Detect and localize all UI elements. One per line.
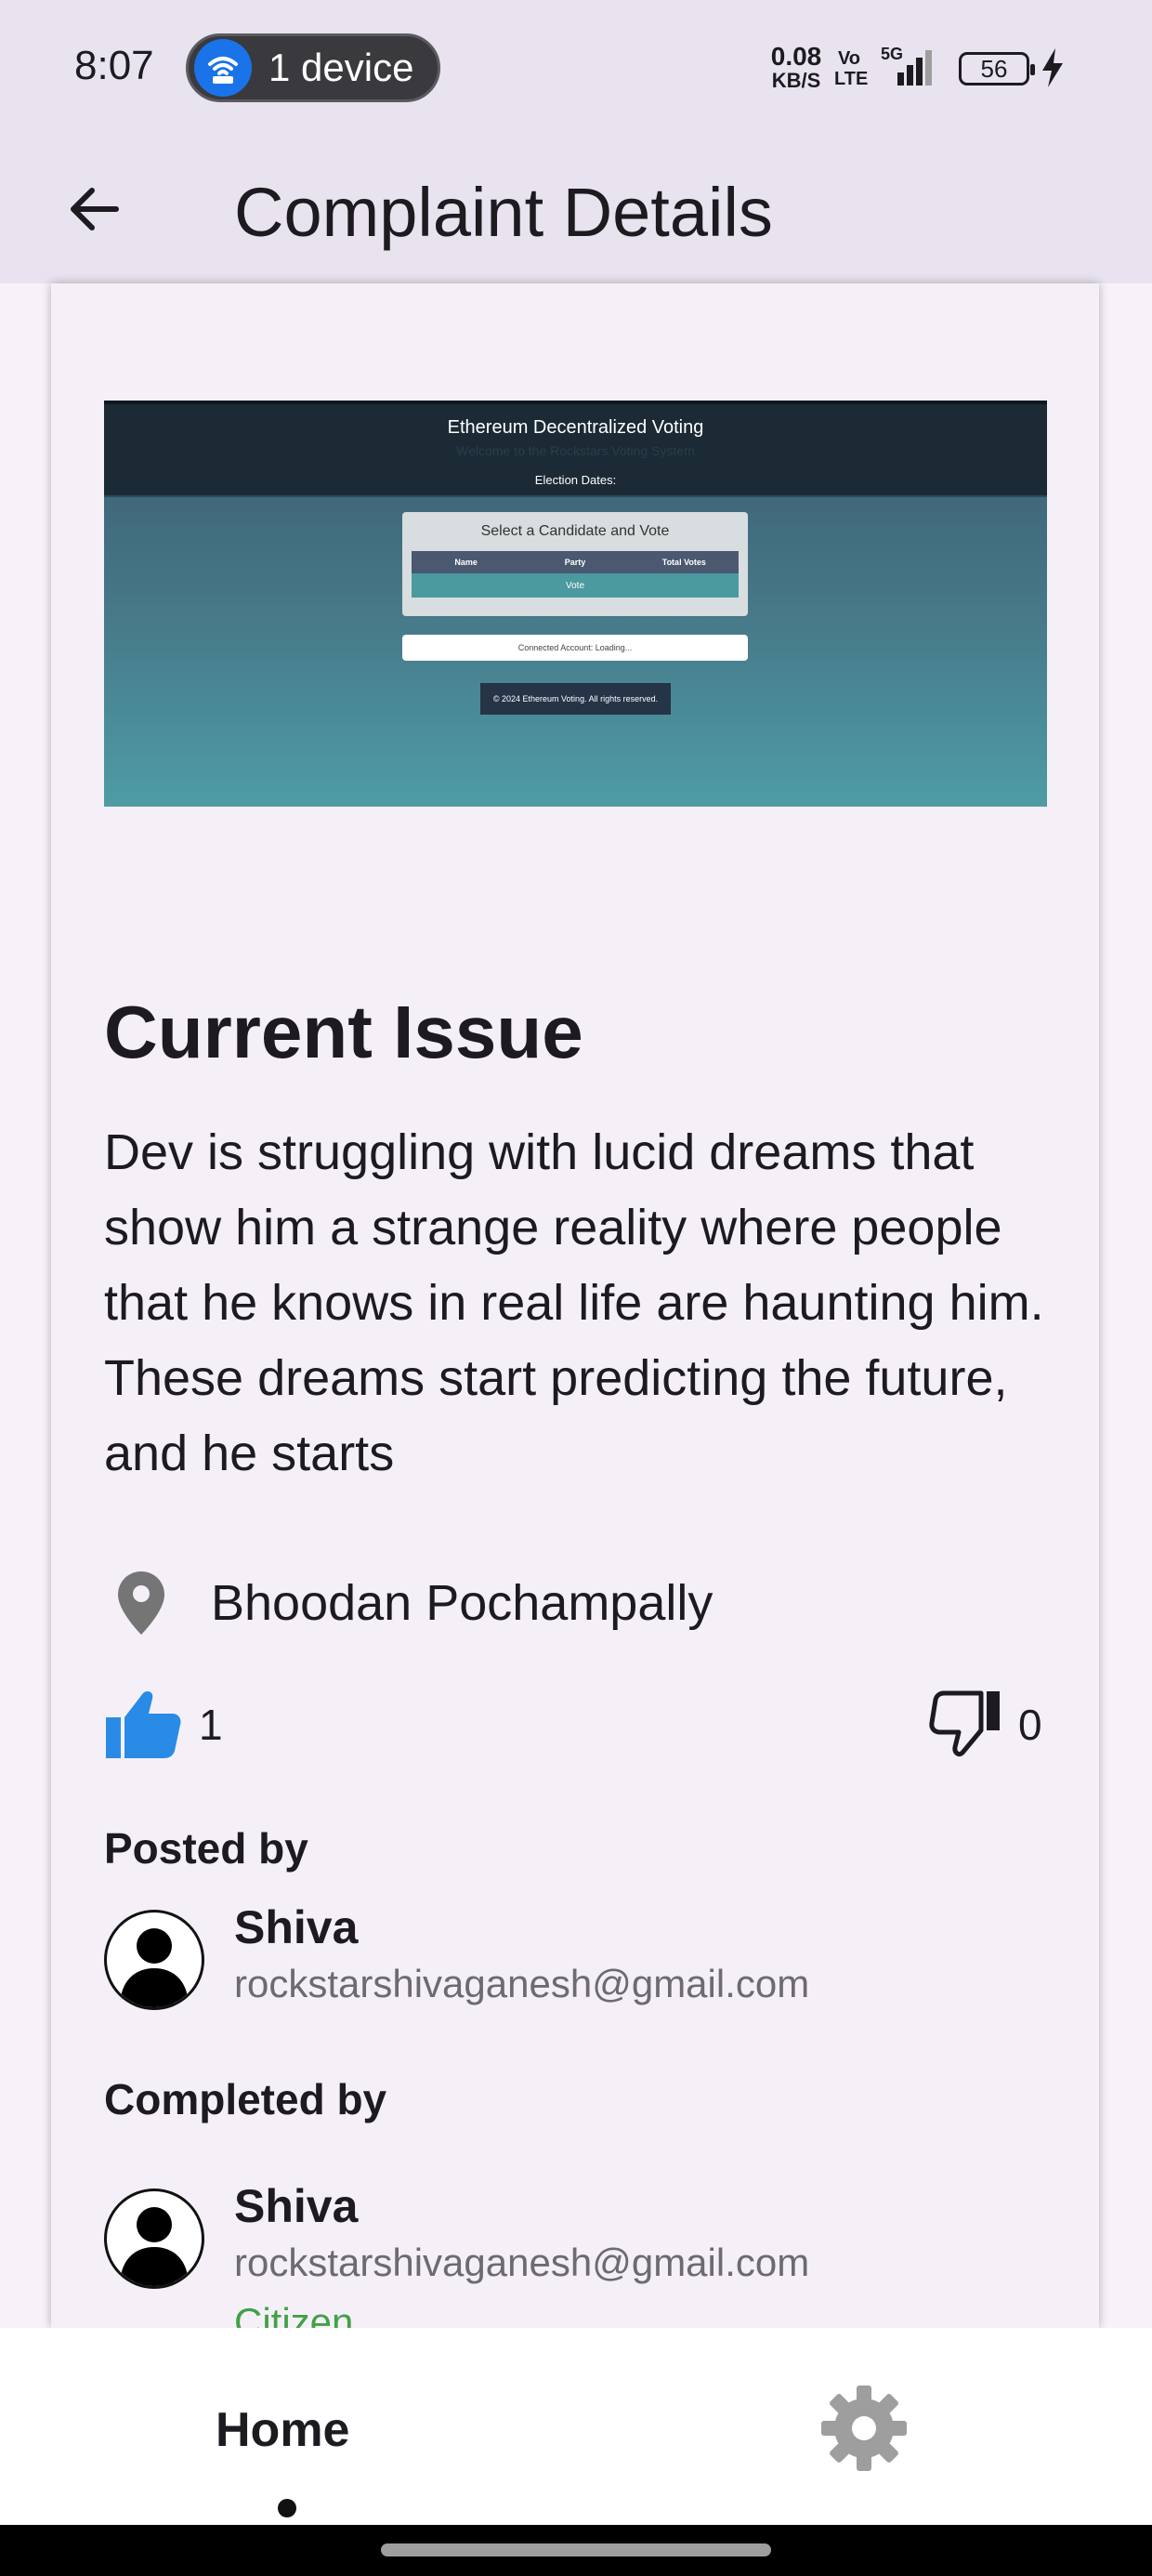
network-speed: 0.08 KB/S [764, 42, 829, 93]
image-dates-label: Election Dates: [534, 473, 617, 487]
complaint-description: Dev is struggling with lucid dreams that… [104, 1124, 1044, 1481]
image-vote-box: Select a Candidate and Vote Name Party T… [402, 512, 748, 616]
like-count: 1 [199, 1701, 223, 1749]
avatar [104, 2188, 204, 2289]
dislike-count: 0 [1018, 1701, 1042, 1749]
completed-by-name: Shiva [234, 2180, 359, 2232]
network-type: 5G [881, 45, 903, 63]
like-control[interactable]: 1 [104, 1689, 223, 1760]
bottom-navigation: Home [0, 2328, 1152, 2525]
image-vote-button: Vote [412, 573, 739, 598]
image-header: Ethereum Decentralized Voting Welcome to… [104, 401, 1047, 497]
complaint-card: Ethereum Decentralized Voting Welcome to… [51, 283, 1099, 2344]
posted-by-user[interactable]: Shiva rockstarshivaganesh@gmail.com [104, 1901, 1070, 2021]
charging-bolt-icon [1041, 48, 1065, 92]
thumbs-down-icon[interactable] [929, 1689, 1003, 1760]
battery-level: 56 [980, 54, 1008, 83]
network-speed-value: 0.08 [770, 42, 822, 71]
battery-icon: 56 [959, 52, 1035, 85]
location-row: Bhoodan Pochampally [116, 1561, 713, 1645]
image-table-header: Name Party Total Votes [412, 551, 739, 573]
image-box-title: Select a Candidate and Vote [480, 523, 670, 539]
image-footer: © 2024 Ethereum Voting. All rights reser… [480, 683, 671, 715]
location-text: Bhoodan Pochampally [211, 1575, 713, 1631]
network-speed-unit: KB/S [771, 69, 821, 92]
gear-icon [821, 2385, 907, 2471]
hotspot-label: 1 device [268, 46, 414, 89]
image-col-party: Party [564, 558, 586, 567]
hotspot-chip[interactable]: 1 device [186, 33, 440, 102]
posted-by-name: Shiva [234, 1901, 359, 1953]
posted-by-email: rockstarshivaganesh@gmail.com [234, 1962, 810, 2005]
volte-indicator: Vo LTE [834, 48, 868, 89]
image-account-text: Connected Account: Loading... [402, 635, 748, 661]
gesture-handle[interactable] [381, 2543, 771, 2556]
image-title: Ethereum Decentralized Voting [447, 417, 704, 438]
nav-settings-tab[interactable] [818, 2382, 910, 2475]
page-title: Complaint Details [234, 174, 773, 251]
complaint-image[interactable]: Ethereum Decentralized Voting Welcome to… [104, 401, 1047, 807]
section-title: Current Issue [104, 991, 583, 1073]
posted-by-heading: Posted by [104, 1824, 308, 1873]
app-bar: Complaint Details [0, 139, 1152, 283]
dislike-control[interactable]: 0 [929, 1689, 1042, 1760]
completed-by-email: rockstarshivaganesh@gmail.com [234, 2241, 810, 2284]
completed-by-heading: Completed by [104, 2075, 387, 2123]
volte-top: Vo [837, 48, 861, 69]
image-col-votes: Total Votes [661, 558, 706, 567]
status-time: 8:07 [74, 43, 154, 88]
thumbs-up-icon[interactable] [104, 1689, 182, 1760]
location-pin-icon [118, 1571, 164, 1635]
arrow-back-icon [71, 188, 119, 230]
back-button[interactable] [52, 167, 136, 251]
image-welcome: Welcome to the Rockstars Voting System [456, 443, 695, 458]
image-col-name: Name [454, 558, 478, 567]
volte-bottom: LTE [834, 69, 869, 89]
wifi-hotspot-icon [194, 39, 252, 97]
status-bar: 8:07 1 device 0.08 KB/S Vo LTE 5G 56 [0, 0, 1152, 139]
screen: 8:07 1 device 0.08 KB/S Vo LTE 5G 56 Com… [0, 0, 1152, 2576]
signal-icon: 5G [877, 45, 942, 92]
nav-home-tab[interactable]: Home [216, 2402, 349, 2458]
avatar [104, 1910, 204, 2010]
nav-active-indicator [278, 2499, 296, 2517]
